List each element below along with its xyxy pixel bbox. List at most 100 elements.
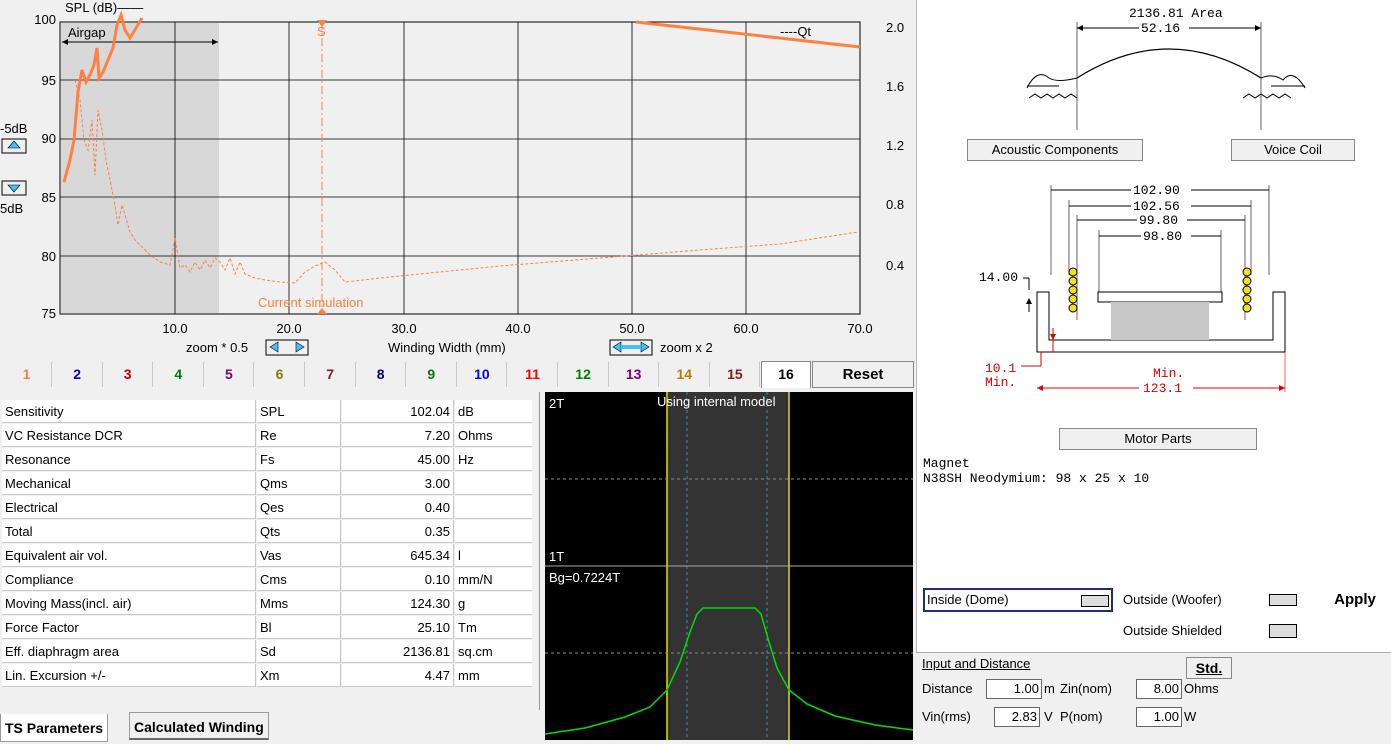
dim-4: 98.80 xyxy=(1143,229,1182,244)
design-tab-15[interactable]: 15 xyxy=(710,362,761,387)
ts-param-value[interactable]: 2136.81 xyxy=(342,640,454,663)
ts-param-row: Electrical Qes 0.40 xyxy=(2,496,532,520)
ts-param-value[interactable]: 0.40 xyxy=(342,496,454,519)
ts-param-value[interactable]: 25.10 xyxy=(342,616,454,639)
dim-2: 102.56 xyxy=(1133,199,1180,214)
qt-legend: ----Qt xyxy=(780,24,811,39)
ts-param-row: Sensitivity SPL 102.04 dB xyxy=(2,400,532,424)
ts-param-value[interactable]: 102.04 xyxy=(342,400,454,423)
design-tab-11[interactable]: 11 xyxy=(508,362,558,387)
dim-1: 102.90 xyxy=(1133,183,1180,198)
ts-param-value[interactable]: 0.35 xyxy=(342,520,454,543)
ts-param-value[interactable]: 0.10 xyxy=(342,568,454,591)
ts-param-unit: Ohms xyxy=(455,424,532,447)
pole-plate xyxy=(1097,291,1223,303)
apply-button[interactable]: Apply xyxy=(1323,589,1387,613)
design-tab-1[interactable]: 1 xyxy=(2,362,52,387)
design-tab-16[interactable]: 16 xyxy=(761,361,811,388)
distance-input[interactable]: 1.00 xyxy=(986,679,1042,699)
dim-3: 99.80 xyxy=(1139,213,1178,228)
ts-param-name: Eff. diaphragm area xyxy=(2,640,256,663)
label-2t: 2T xyxy=(549,396,564,411)
x-tick-label: 20.0 xyxy=(276,321,301,336)
gap-flux-plot: 2T Using internal model 1T Bg=0.7224T xyxy=(544,392,914,740)
bottom-tab-bar: TS Parameters Calculated Winding xyxy=(0,712,540,742)
ts-param-value[interactable]: 45.00 xyxy=(342,448,454,471)
ts-param-row: Mechanical Qms 3.00 xyxy=(2,472,532,496)
dome-shape xyxy=(1076,48,1262,79)
shift-up-button[interactable] xyxy=(1,138,27,154)
ts-param-name: Equivalent air vol. xyxy=(2,544,256,567)
ts-param-unit xyxy=(455,520,532,543)
area-label: 2136.81 Area xyxy=(1129,6,1223,21)
pnom-label: P(nom) xyxy=(1060,709,1103,724)
zin-input[interactable]: 8.00 xyxy=(1136,679,1182,699)
ts-param-value[interactable]: 4.47 xyxy=(342,664,454,687)
design-tab-5[interactable]: 5 xyxy=(204,362,255,387)
x-axis-label: Winding Width (mm) xyxy=(388,340,506,355)
ts-param-value[interactable]: 645.34 xyxy=(342,544,454,567)
ts-param-sym: Qes xyxy=(257,496,341,519)
zin-unit: Ohms xyxy=(1184,681,1219,696)
x-tick-label: 40.0 xyxy=(505,321,530,336)
design-tab-10[interactable]: 10 xyxy=(457,362,508,387)
ts-param-sym: Xm xyxy=(257,664,341,687)
vin-input[interactable]: 2.83 xyxy=(994,707,1040,727)
shift-down-button[interactable] xyxy=(1,180,27,196)
pnom-unit: W xyxy=(1184,709,1197,724)
ts-param-row: Total Qts 0.35 xyxy=(2,520,532,544)
ts-param-name: VC Resistance DCR xyxy=(2,424,256,447)
reset-button[interactable]: Reset xyxy=(812,361,914,388)
motor-parts-button[interactable]: Motor Parts xyxy=(1059,428,1257,450)
x-tick-label: 50.0 xyxy=(619,321,644,336)
design-tab-13[interactable]: 13 xyxy=(609,362,660,387)
pnom-input[interactable]: 1.00 xyxy=(1136,707,1182,727)
ts-param-row: Force Factor Bl 25.10 Tm xyxy=(2,616,532,640)
outside-woofer-option[interactable]: Outside (Woofer) xyxy=(1117,588,1317,612)
ts-param-value[interactable]: 3.00 xyxy=(342,472,454,495)
inside-dome-label: Inside (Dome) xyxy=(927,592,1009,607)
outside-shielded-option[interactable]: Outside Shielded xyxy=(1117,619,1317,643)
inside-dome-option[interactable]: Inside (Dome) xyxy=(923,588,1113,612)
width-min: Min. xyxy=(1153,366,1184,381)
minus5db-label: 5dB xyxy=(0,201,23,216)
tab-ts-parameters[interactable]: TS Parameters xyxy=(0,714,109,742)
left-tick-label: 90 xyxy=(42,131,56,146)
design-tab-4[interactable]: 4 xyxy=(153,362,204,387)
ts-param-sym: Re xyxy=(257,424,341,447)
distance-label: Distance xyxy=(922,681,973,696)
depth-value: 10.1 xyxy=(985,361,1016,376)
ts-param-value[interactable]: 7.20 xyxy=(342,424,454,447)
vin-label: Vin(rms) xyxy=(922,709,971,724)
zin-label: Zin(nom) xyxy=(1060,681,1113,696)
left-tick-label: 100 xyxy=(34,12,56,27)
shielded-motor-icon xyxy=(1269,624,1297,638)
ts-param-value[interactable]: 124.30 xyxy=(342,592,454,615)
airgap-label: Airgap xyxy=(68,25,106,40)
zoom-in-button[interactable] xyxy=(609,339,653,356)
design-tab-14[interactable]: 14 xyxy=(659,362,710,387)
tab-calculated-winding[interactable]: Calculated Winding xyxy=(129,712,269,740)
std-button[interactable]: Std. xyxy=(1186,657,1232,679)
acoustic-components-button[interactable]: Acoustic Components xyxy=(967,139,1143,161)
design-tab-6[interactable]: 6 xyxy=(255,362,305,387)
design-tab-3[interactable]: 3 xyxy=(103,362,154,387)
design-tab-9[interactable]: 9 xyxy=(406,362,457,387)
ts-param-row: Lin. Excursion +/- Xm 4.47 mm xyxy=(2,664,532,688)
design-tab-7[interactable]: 7 xyxy=(305,362,356,387)
s-marker: S xyxy=(317,24,326,39)
ts-param-row: Resonance Fs 45.00 Hz xyxy=(2,448,532,472)
zoom-out-button[interactable] xyxy=(265,339,309,356)
design-tab-12[interactable]: 12 xyxy=(558,362,609,387)
spl-chart[interactable]: 100 95 90 85 80 75 2.0 1.6 1.2 0.8 0.4 10.0 20.0 30.0… xyxy=(0,0,916,360)
design-tab-2[interactable]: 2 xyxy=(52,362,103,387)
design-tab-8[interactable]: 8 xyxy=(356,362,407,387)
ts-param-sym: Qts xyxy=(257,520,341,543)
ts-parameters-table: Sensitivity SPL 102.04 dB VC Resistance DCR R… xyxy=(0,392,540,710)
voice-coil-button[interactable]: Voice Coil xyxy=(1231,139,1355,161)
x-tick-label: 10.0 xyxy=(162,321,187,336)
zoom-out-label: zoom * 0.5 xyxy=(186,340,248,355)
right-tick-label: 2.0 xyxy=(886,20,904,35)
ts-param-name: Force Factor xyxy=(2,616,256,639)
current-sim-label: Current simulation xyxy=(258,295,364,310)
